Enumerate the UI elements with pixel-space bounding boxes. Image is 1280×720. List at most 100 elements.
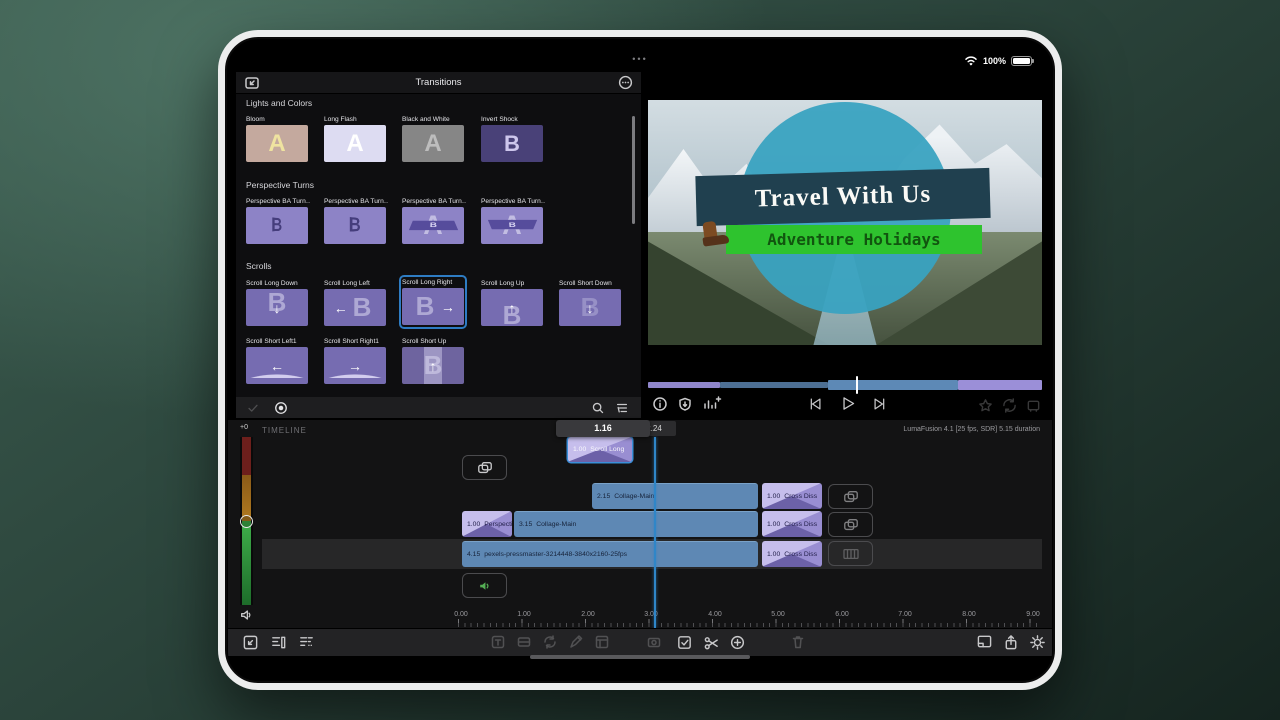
scrubber-seg-purple-2 — [958, 380, 1042, 390]
clip-duration: 1.00 — [767, 520, 781, 528]
dimmed-tool-icon-1[interactable] — [490, 634, 506, 650]
clip-name: pexels-pressmaster-3214448-3840x2160-25f… — [484, 551, 628, 558]
dimmed-tool-icon-5[interactable] — [594, 634, 610, 650]
dimmed-player-icon-1[interactable] — [978, 398, 993, 413]
search-icon[interactable] — [591, 401, 605, 415]
skip-forward-icon[interactable] — [871, 395, 889, 413]
tile-label: Black and White — [402, 116, 450, 123]
tile-label: Perspective BA Turn… — [324, 198, 388, 205]
clip-cross-dissolve-1[interactable]: 1.00 Cross Diss — [762, 483, 822, 509]
down-arrow-icon: ↓ — [273, 299, 281, 316]
transition-tile-scroll-long-up[interactable]: Scroll Long Up B ↑ — [481, 279, 545, 326]
transition-tile-scroll-short-down[interactable]: Scroll Short Down B ↓ — [559, 279, 623, 326]
timeline-label: TIMELINE — [262, 426, 307, 435]
display-options-icon[interactable] — [677, 396, 693, 412]
sort-icon[interactable] — [615, 401, 629, 415]
transition-tile-scroll-short-up[interactable]: Scroll Short Up B ↑ — [402, 337, 466, 384]
timeline[interactable]: TIMELINE LumaFusion 4.1 [25 fps, SDR] 5.… — [228, 420, 1052, 628]
clip-duration: 1.00 — [573, 446, 587, 453]
ruler-tick-label: 0.00 — [454, 611, 468, 618]
transition-tile-invert-shock[interactable]: Invert Shock B — [481, 115, 545, 162]
multi-select-icon[interactable] — [676, 634, 693, 651]
audio-level-meter[interactable] — [240, 437, 253, 605]
info-icon[interactable] — [652, 396, 668, 412]
transition-preview-icon[interactable] — [274, 401, 288, 415]
video-preview[interactable]: Travel With Us Adventure Holidays — [648, 100, 1042, 345]
transition-tile-black-and-white[interactable]: Black and White A — [402, 115, 466, 162]
delete-icon[interactable] — [790, 634, 806, 650]
tile-label: Long Flash — [324, 116, 357, 123]
transition-tile-perspective-1[interactable]: Perspective BA Turn… B — [246, 197, 310, 244]
transition-tile-scroll-long-down[interactable]: Scroll Long Down B ↓ — [246, 279, 310, 326]
skip-back-icon[interactable] — [806, 395, 824, 413]
clip-pexels-footage[interactable]: 4.15 pexels-pressmaster-3214448-3840x216… — [462, 541, 758, 567]
dimmed-tool-icon-6[interactable] — [646, 634, 662, 650]
track2-layers-button[interactable] — [828, 512, 873, 537]
clip-scroll-long-transition[interactable]: 1.00 Scroll Long — [568, 437, 632, 462]
clip-duration: 1.00 — [467, 520, 481, 528]
track-insert-button[interactable] — [462, 455, 507, 480]
tile-glyph: A — [268, 130, 286, 157]
transition-tile-scroll-short-right1[interactable]: Scroll Short Right1 → — [324, 337, 388, 384]
right-arrow-icon: → — [348, 357, 362, 374]
track1-layers-button[interactable] — [828, 484, 873, 509]
tile-glyph: B — [348, 213, 361, 238]
ruler-tick-label: 7.00 — [898, 611, 912, 618]
clip-perspective-transition[interactable]: 1.00 Perspectiv — [462, 511, 512, 537]
timeline-playhead[interactable] — [654, 437, 656, 628]
tile-glyph: B — [271, 214, 283, 237]
tile-label: Scroll Short Left1 — [246, 338, 297, 345]
track3-filmstrip-button[interactable] — [828, 541, 873, 566]
clip-duration: 1.00 — [767, 492, 781, 500]
status-bar-right: 100% — [964, 55, 1034, 66]
transition-tile-long-flash[interactable]: Long Flash A — [324, 115, 388, 162]
split-clip-icon[interactable] — [703, 634, 720, 651]
dimmed-tool-icon-3[interactable] — [542, 634, 558, 650]
audio-meters-icon[interactable] — [702, 396, 722, 412]
play-button-icon[interactable] — [838, 394, 857, 413]
scrubber-playhead[interactable] — [856, 376, 858, 394]
favorite-filter-icon[interactable] — [246, 401, 260, 415]
share-export-icon[interactable] — [1003, 634, 1019, 651]
transition-tile-scroll-long-left[interactable]: Scroll Long Left B ← — [324, 279, 388, 326]
clip-collage-main-2[interactable]: 3.15 Collage-Main — [514, 511, 758, 537]
dimmed-tool-icon-2[interactable] — [516, 634, 532, 650]
clip-name: Collage-Main — [614, 493, 655, 500]
panel-scrollbar[interactable] — [632, 116, 635, 224]
transition-tile-scroll-short-left1[interactable]: Scroll Short Left1 ← — [246, 337, 310, 384]
transition-tile-perspective-2[interactable]: Perspective BA Turn… B — [324, 197, 388, 244]
transition-tile-bloom[interactable]: Bloom A — [246, 115, 310, 162]
ruler-tick-label: 4.00 — [708, 611, 722, 618]
preview-scrubber[interactable] — [648, 376, 1042, 394]
ruler-tick-label: 2.00 — [581, 611, 595, 618]
project-info: LumaFusion 4.1 [25 fps, SDR] 5.15 durati… — [903, 426, 1040, 433]
section-lights-and-colors: Lights and Colors — [246, 98, 313, 108]
wifi-icon — [965, 56, 977, 66]
scrubber-seg-blue-dim — [720, 382, 828, 388]
add-clip-icon[interactable] — [729, 634, 746, 651]
track-layout-icon[interactable] — [270, 634, 287, 651]
speaker-icon[interactable] — [239, 608, 254, 622]
track-options-icon[interactable] — [298, 634, 315, 651]
app-screen: ••• 100% Transitions Lights and Colors B… — [228, 40, 1052, 680]
tile-label: Scroll Short Up — [402, 338, 447, 345]
transition-tile-perspective-3[interactable]: Perspective BA Turn… AB — [402, 197, 466, 244]
clip-cross-dissolve-2[interactable]: 1.00 Cross Diss — [762, 511, 822, 537]
tile-label: Perspective BA Turn… — [246, 198, 310, 205]
dimmed-player-icon-3[interactable] — [1026, 398, 1041, 413]
battery-percent: 100% — [982, 55, 1006, 66]
clip-collage-main-1[interactable]: 2.15 Collage-Main — [592, 483, 758, 509]
preview-layout-icon[interactable] — [976, 634, 993, 649]
tile-label: Invert Shock — [481, 116, 518, 123]
dimmed-player-icon-2[interactable] — [1002, 398, 1017, 413]
clip-cross-dissolve-3[interactable]: 1.00 Cross Diss — [762, 541, 822, 567]
level-knob[interactable] — [240, 515, 253, 528]
transition-tile-scroll-long-right-selected[interactable]: Scroll Long Right B → — [401, 277, 465, 327]
more-options-icon[interactable] — [618, 75, 633, 90]
audio-track-button[interactable] — [462, 573, 507, 598]
dimmed-tool-icon-4[interactable] — [568, 634, 584, 650]
settings-gear-icon[interactable] — [1029, 634, 1046, 651]
project-manager-icon[interactable] — [242, 634, 259, 651]
home-indicator[interactable] — [530, 655, 750, 659]
transition-tile-perspective-4[interactable]: Perspective BA Turn… AB — [481, 197, 545, 244]
